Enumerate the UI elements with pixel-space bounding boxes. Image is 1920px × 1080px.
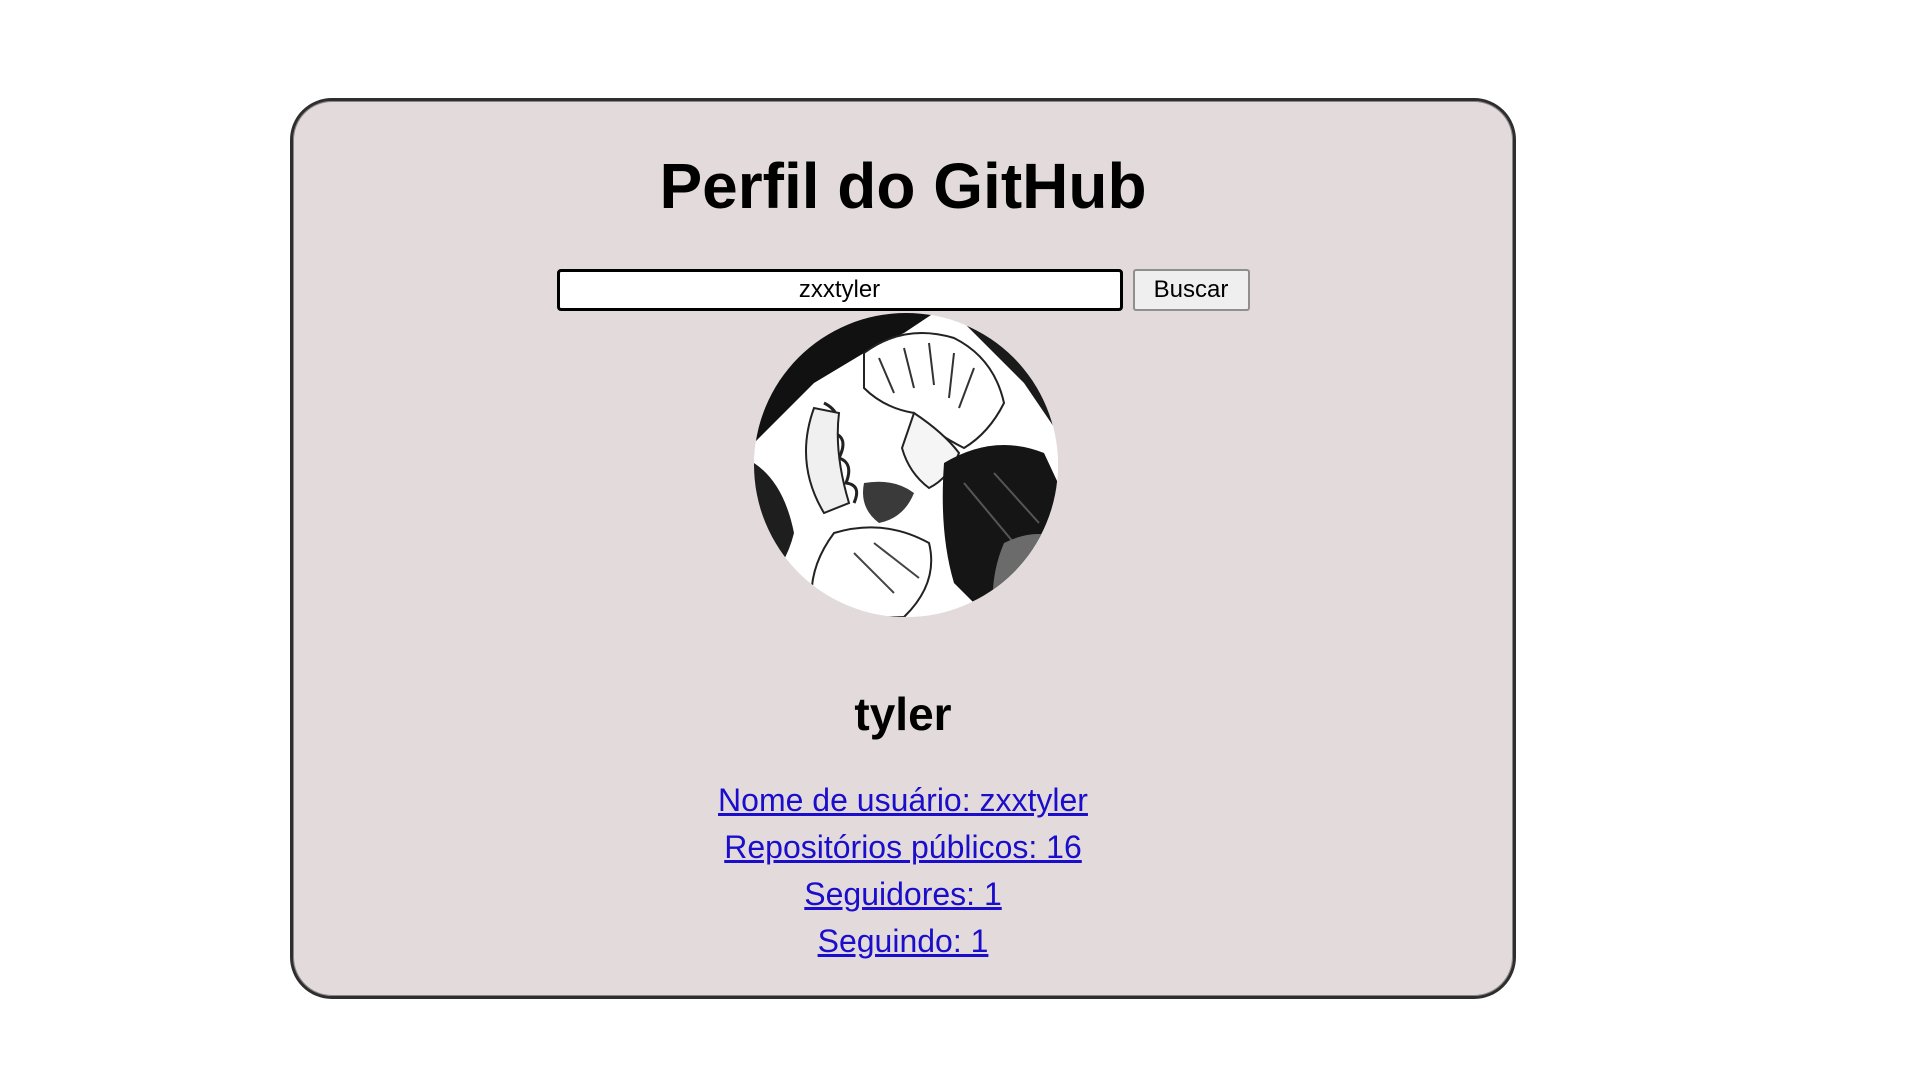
search-bar: Buscar <box>293 269 1513 315</box>
search-button[interactable]: Buscar <box>1132 269 1250 311</box>
following-link[interactable]: Seguindo: 1 <box>818 923 989 959</box>
page-title: Perfil do GitHub <box>659 150 1147 222</box>
avatar-image <box>754 313 1058 617</box>
list-item: Nome de usuário: zxxtyler <box>293 777 1513 824</box>
username-link[interactable]: Nome de usuário: zxxtyler <box>718 782 1088 818</box>
profile-info-list: Nome de usuário: zxxtyler Repositórios p… <box>293 777 1513 965</box>
list-item: Seguidores: 1 <box>293 871 1513 918</box>
public-repos-link[interactable]: Repositórios públicos: 16 <box>724 829 1082 865</box>
followers-link[interactable]: Seguidores: 1 <box>804 876 1001 912</box>
profile-card: Perfil do GitHub Buscar <box>290 98 1516 999</box>
list-item: Seguindo: 1 <box>293 918 1513 965</box>
profile-name: tyler <box>854 688 952 740</box>
avatar <box>754 313 1058 617</box>
list-item: Repositórios públicos: 16 <box>293 824 1513 871</box>
username-search-input[interactable] <box>556 269 1123 311</box>
